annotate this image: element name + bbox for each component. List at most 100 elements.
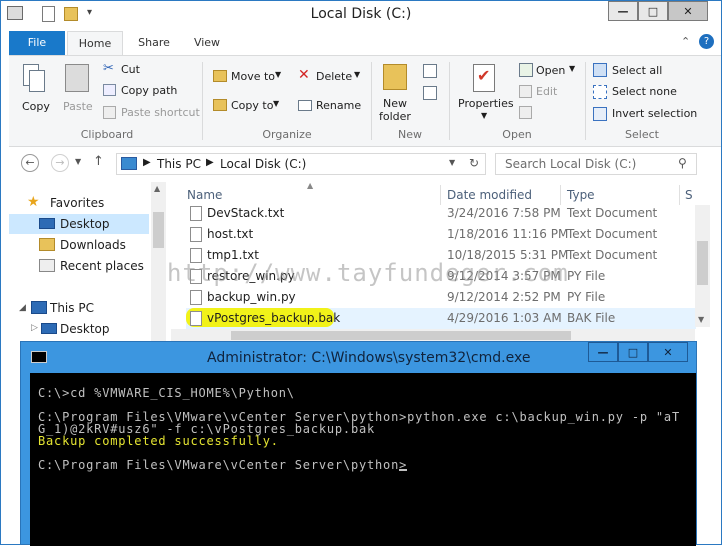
copy-to-icon bbox=[213, 99, 227, 111]
delete-dropdown-icon: ▼ bbox=[354, 70, 361, 79]
edit-icon bbox=[519, 85, 532, 98]
file-type: Text Document bbox=[567, 248, 658, 262]
open-icon bbox=[519, 63, 533, 77]
rename-button[interactable]: Rename bbox=[316, 99, 361, 112]
checkmark-icon: ✔ bbox=[477, 66, 491, 85]
downloads-icon bbox=[39, 238, 55, 251]
file-scroll-thumb[interactable] bbox=[697, 241, 708, 285]
paste-label: Paste bbox=[63, 100, 93, 113]
back-icon[interactable]: ← bbox=[21, 154, 39, 172]
nav-recent-places[interactable]: Recent places bbox=[60, 259, 144, 273]
address-bar[interactable]: ▶ This PC ▶ Local Disk (C:) ▼ ↻ bbox=[116, 153, 486, 175]
tab-view[interactable]: View bbox=[185, 31, 229, 55]
maximize-button[interactable]: □ bbox=[638, 1, 668, 21]
close-button[interactable]: ✕ bbox=[668, 1, 708, 21]
recent-locations-icon[interactable]: ▼ bbox=[75, 157, 81, 166]
tab-file[interactable]: File bbox=[9, 31, 65, 55]
help-icon[interactable]: ? bbox=[699, 34, 714, 49]
cmd-close-button[interactable]: ✕ bbox=[648, 342, 688, 362]
file-date: 4/29/2016 1:03 AM bbox=[447, 311, 562, 325]
expand-desktop-icon[interactable]: ▷ bbox=[31, 323, 38, 333]
this-pc-icon bbox=[31, 301, 47, 314]
nav-downloads[interactable]: Downloads bbox=[60, 238, 126, 252]
column-date-modified[interactable]: Date modified bbox=[447, 188, 532, 202]
copy-icon-back bbox=[29, 70, 45, 92]
select-group-label: Select bbox=[625, 128, 659, 141]
delete-button[interactable]: Delete bbox=[316, 70, 352, 83]
file-row[interactable]: host.txt 1/18/2016 11:16 PM Text Documen… bbox=[186, 224, 696, 245]
select-none-button[interactable]: Select none bbox=[612, 85, 677, 98]
favorites-star-icon: ★ bbox=[27, 194, 40, 210]
cmd-window: Administrator: C:\Windows\system32\cmd.e… bbox=[20, 341, 697, 546]
open-button[interactable]: Open bbox=[536, 64, 565, 77]
nav-desktop[interactable]: Desktop bbox=[60, 217, 110, 231]
search-box[interactable]: Search Local Disk (C:) ⚲ bbox=[495, 153, 697, 175]
scissors-icon: ✂ bbox=[103, 61, 114, 76]
edit-button[interactable]: Edit bbox=[536, 85, 557, 98]
column-type[interactable]: Type bbox=[567, 188, 595, 202]
cmd-maximize-button[interactable]: □ bbox=[618, 342, 648, 362]
breadcrumb-local-disk[interactable]: Local Disk (C:) bbox=[220, 157, 306, 171]
move-to-icon bbox=[213, 70, 227, 82]
refresh-icon[interactable]: ↻ bbox=[469, 156, 479, 170]
paste-button[interactable]: Paste bbox=[59, 60, 99, 118]
paste-shortcut-button[interactable]: Paste shortcut bbox=[121, 106, 200, 119]
copy-label: Copy bbox=[22, 100, 50, 113]
horizontal-scroll-thumb[interactable] bbox=[231, 331, 571, 340]
expand-this-pc-icon[interactable]: ◢ bbox=[19, 303, 26, 313]
collapse-ribbon-icon[interactable]: ⌃ bbox=[681, 35, 690, 48]
file-row-selected[interactable]: vPostgres_backup.bak 4/29/2016 1:03 AM B… bbox=[186, 308, 696, 329]
address-dropdown-icon[interactable]: ▼ bbox=[449, 158, 455, 167]
cut-button[interactable]: Cut bbox=[121, 63, 140, 76]
watermark: http://www.tayfundeger.com bbox=[167, 259, 569, 287]
move-to-button[interactable]: Move to bbox=[231, 70, 275, 83]
column-divider bbox=[560, 185, 561, 205]
nav-favorites[interactable]: Favorites bbox=[50, 196, 104, 210]
easy-access-icon[interactable] bbox=[423, 86, 437, 100]
select-all-button[interactable]: Select all bbox=[612, 64, 662, 77]
file-date: 9/12/2014 2:52 PM bbox=[447, 290, 561, 304]
nav-scroll-thumb[interactable] bbox=[153, 212, 164, 248]
column-name[interactable]: Name bbox=[187, 188, 222, 202]
file-name: backup_win.py bbox=[207, 290, 296, 304]
nav-pc-desktop[interactable]: Desktop bbox=[60, 322, 110, 336]
cmd-minimize-button[interactable]: — bbox=[588, 342, 618, 362]
breadcrumb-this-pc[interactable]: This PC bbox=[157, 157, 201, 171]
console-cursor bbox=[399, 469, 407, 471]
invert-selection-button[interactable]: Invert selection bbox=[612, 107, 697, 120]
new-folder-label: New bbox=[383, 97, 407, 110]
console-prompt-line: C:\Program Files\VMware\vCenter Server\p… bbox=[38, 458, 408, 472]
file-list-scrollbar[interactable]: ▼ bbox=[695, 205, 710, 327]
console-success-line: Backup completed successfully. bbox=[38, 434, 279, 448]
file-row[interactable]: backup_win.py 9/12/2014 2:52 PM PY File bbox=[186, 287, 696, 308]
rename-icon bbox=[298, 100, 312, 111]
file-name: host.txt bbox=[207, 227, 254, 241]
paste-icon bbox=[65, 64, 89, 92]
file-row[interactable]: DevStack.txt 3/24/2016 7:58 PM Text Docu… bbox=[186, 203, 696, 224]
console-area[interactable]: C:\>cd %VMWARE_CIS_HOME%\Python\ C:\Prog… bbox=[30, 373, 696, 546]
scroll-up-icon[interactable]: ▲ bbox=[154, 184, 160, 193]
copy-path-icon bbox=[103, 84, 116, 96]
copy-to-button[interactable]: Copy to bbox=[231, 99, 273, 112]
copy-path-button[interactable]: Copy path bbox=[121, 84, 177, 97]
copy-button[interactable]: Copy bbox=[13, 60, 57, 118]
recent-places-icon bbox=[39, 259, 55, 272]
nav-this-pc[interactable]: This PC bbox=[50, 301, 94, 315]
forward-icon[interactable]: → bbox=[51, 154, 69, 172]
tab-share[interactable]: Share bbox=[129, 31, 179, 55]
search-icon[interactable]: ⚲ bbox=[678, 156, 687, 170]
up-icon[interactable]: ↑ bbox=[93, 154, 104, 169]
scroll-down-icon[interactable]: ▼ bbox=[698, 315, 704, 324]
minimize-button[interactable]: — bbox=[608, 1, 638, 21]
tab-home[interactable]: Home bbox=[67, 31, 123, 56]
open-group-label: Open bbox=[502, 128, 532, 141]
nav-scrollbar[interactable]: ▲ bbox=[151, 182, 166, 342]
column-divider bbox=[679, 185, 680, 205]
file-type: Text Document bbox=[567, 227, 658, 241]
column-size[interactable]: S bbox=[685, 188, 693, 202]
new-item-icon[interactable] bbox=[423, 64, 437, 78]
new-folder-button[interactable]: New folder bbox=[375, 60, 415, 124]
properties-button[interactable]: ✔ Properties ▼ bbox=[455, 60, 514, 124]
select-all-icon bbox=[593, 63, 607, 77]
navigation-pane: ★ Favorites Desktop Downloads Recent pla… bbox=[9, 182, 167, 342]
